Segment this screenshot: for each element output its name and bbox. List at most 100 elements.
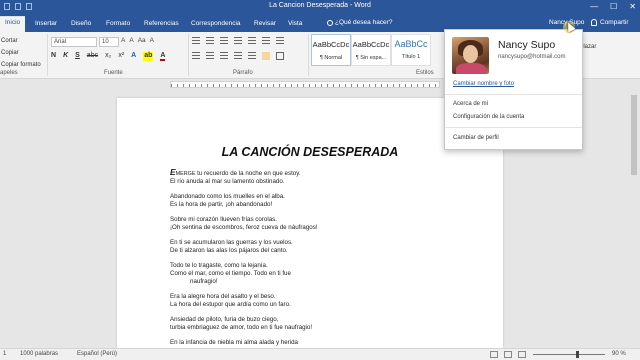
stanza: Abandonado como los muelles en el alba. …	[170, 193, 490, 209]
numbering-icon[interactable]	[206, 37, 214, 45]
borders-icon[interactable]	[276, 52, 284, 60]
format-buttons: N K S abc x₂ x² A ab A	[51, 52, 166, 61]
copy-button[interactable]: Copiar	[0, 47, 45, 59]
tell-me-box[interactable]: ¿Qué desea hacer?	[327, 19, 392, 26]
word-window: La Cancion Desesperada - Word — ☐ ✕ Inic…	[0, 0, 640, 360]
vertical-scrollbar[interactable]	[628, 89, 640, 348]
divider	[445, 94, 582, 95]
decrease-indent-icon[interactable]	[234, 37, 242, 45]
change-case-button[interactable]: Aa	[138, 37, 146, 44]
align-left-icon[interactable]	[192, 52, 200, 60]
popup-user-email: nancysupo@hotmail.com	[498, 54, 566, 60]
styles-gallery: AaBbCcDc ¶ Normal AaBbCcDc ¶ Sin espa...…	[311, 34, 431, 66]
style-no-spacing[interactable]: AaBbCcDc ¶ Sin espa...	[351, 34, 391, 66]
tab-formato[interactable]: Formato	[106, 18, 130, 32]
font-size-select[interactable]: 10	[99, 37, 119, 47]
page-indicator[interactable]: 1	[3, 351, 6, 357]
grow-font-button[interactable]: A	[121, 37, 125, 44]
tab-inicio[interactable]: Inicio	[0, 16, 26, 32]
style-name: Título 1	[401, 54, 421, 60]
poem-line: Ansiedad de piloto, furia de buzo ciego,	[170, 316, 279, 323]
maximize-button[interactable]: ☐	[610, 2, 617, 11]
tab-revisar[interactable]: Revisar	[254, 18, 276, 32]
bullets-icon[interactable]	[192, 37, 200, 45]
styles-group-label: Estilos	[416, 70, 434, 76]
increase-indent-icon[interactable]	[248, 37, 256, 45]
paragraph-row-1	[192, 37, 284, 45]
poem-body: EMERGE tu recuerdo de la noche en que es…	[170, 168, 490, 354]
clear-format-button[interactable]: A	[150, 37, 154, 44]
style-heading-1[interactable]: AaBbCc Título 1	[391, 34, 431, 66]
text-effects-button[interactable]: A	[131, 52, 136, 61]
switch-profile-item[interactable]: Cambiar de perfil	[453, 135, 499, 141]
subscript-button[interactable]: x₂	[105, 52, 111, 61]
font-color-button[interactable]: A	[160, 52, 166, 61]
zoom-slider-knob[interactable]	[576, 351, 579, 358]
superscript-button[interactable]: x²	[118, 52, 124, 61]
web-layout-icon[interactable]	[518, 351, 526, 358]
poem-line: En ti se acumularon las guerras y los vu…	[170, 239, 293, 246]
tab-insertar[interactable]: Insertar	[35, 18, 57, 32]
first-line-rest: tu recuerdo de la noche en que estoy.	[195, 170, 301, 177]
poem-line: ¡Oh sentina de escombros, feroz cueva de…	[170, 224, 318, 231]
shrink-font-button[interactable]: A	[129, 37, 133, 44]
align-right-icon[interactable]	[220, 52, 228, 60]
style-normal[interactable]: AaBbCcDc ¶ Normal	[311, 34, 351, 66]
avatar	[452, 37, 489, 74]
stanza: En la infancia de niebla mi alma alada y…	[170, 339, 490, 347]
status-bar: 1 1000 palabras Español (Perú) 90 %	[0, 348, 640, 360]
clipboard-group-label: apeles	[0, 70, 18, 76]
style-preview: AaBbCcDc	[312, 40, 350, 49]
poem-line: La hora del estupor que ardía como un fa…	[170, 301, 291, 308]
tab-diseno[interactable]: Diseño	[71, 18, 91, 32]
tab-vista[interactable]: Vista	[288, 18, 302, 32]
group-divider	[47, 34, 48, 76]
poem-line: Era la alegre hora del asalto y el beso.	[170, 293, 276, 300]
word-count[interactable]: 1000 palabras	[20, 351, 58, 357]
shading-icon[interactable]	[262, 52, 270, 60]
minimize-button[interactable]: —	[590, 2, 598, 11]
horizontal-ruler[interactable]	[170, 81, 440, 88]
stanza: En ti se acumularon las guerras y los vu…	[170, 239, 490, 255]
style-preview: AaBbCcDc	[352, 40, 390, 49]
tab-referencias[interactable]: Referencias	[144, 18, 179, 32]
poem-line: Como el mar, como el tiempo. Todo en ti …	[170, 270, 291, 277]
print-layout-icon[interactable]	[504, 351, 512, 358]
poem-line: Es la hora de partir, ¡oh abandonado!	[170, 201, 273, 208]
read-mode-icon[interactable]	[490, 351, 498, 358]
cut-button[interactable]: Cortar	[0, 35, 45, 47]
font-group-label: Fuente	[104, 70, 123, 76]
lightbulb-icon	[327, 19, 333, 26]
justify-icon[interactable]	[234, 52, 242, 60]
close-button[interactable]: ✕	[629, 2, 636, 11]
strikethrough-button[interactable]: abc	[87, 52, 98, 61]
stanza: EMERGE tu recuerdo de la noche en que es…	[170, 168, 490, 186]
zoom-slider[interactable]	[533, 354, 605, 355]
tell-me-text: ¿Qué desea hacer?	[335, 19, 393, 26]
sort-icon[interactable]	[262, 37, 270, 45]
zoom-level[interactable]: 90 %	[612, 351, 626, 357]
bold-button[interactable]: N	[51, 52, 56, 61]
show-marks-icon[interactable]	[276, 37, 284, 45]
language-indicator[interactable]: Español (Perú)	[77, 351, 117, 357]
poem-line: El río anuda al mar su lamento obstinado…	[170, 178, 285, 185]
account-settings-item[interactable]: Configuración de la cuenta	[453, 114, 524, 120]
group-divider	[308, 34, 309, 76]
align-center-icon[interactable]	[206, 52, 214, 60]
about-me-item[interactable]: Acerca de mí	[453, 101, 488, 107]
italic-button[interactable]: K	[63, 52, 68, 61]
share-button[interactable]: Compartir	[591, 19, 629, 26]
poem-line: Todo te lo tragaste, como la lejanía.	[170, 262, 268, 269]
highlight-button[interactable]: ab	[143, 52, 154, 61]
line-spacing-icon[interactable]	[248, 52, 256, 60]
change-name-photo-link[interactable]: Cambiar nombre y foto	[453, 81, 514, 87]
stanza: Todo te lo tragaste, como la lejanía. Co…	[170, 262, 490, 286]
multilevel-list-icon[interactable]	[220, 37, 228, 45]
stanza: Era la alegre hora del asalto y el beso.…	[170, 293, 490, 309]
scroll-thumb[interactable]	[631, 95, 637, 175]
font-family-select[interactable]: Arial	[51, 37, 97, 47]
popup-user-name: Nancy Supo	[498, 39, 556, 51]
tab-correspondencia[interactable]: Correspondencia	[191, 18, 241, 32]
view-buttons	[490, 351, 526, 358]
underline-button[interactable]: S	[75, 52, 80, 61]
